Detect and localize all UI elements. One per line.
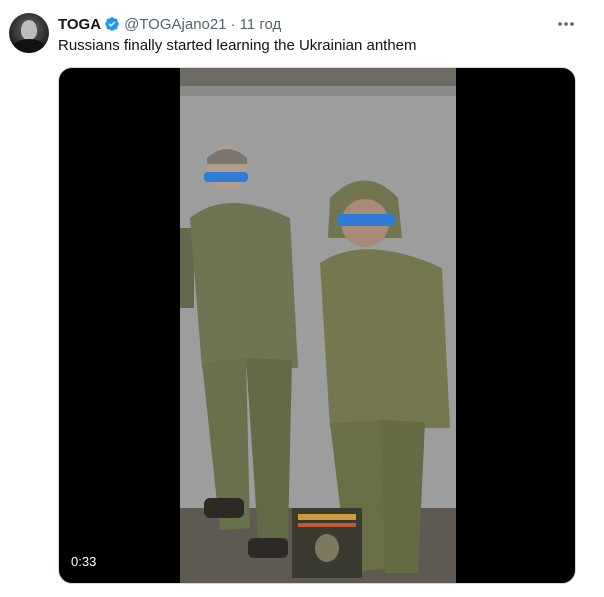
avatar-suit bbox=[13, 39, 45, 53]
avatar-face bbox=[21, 20, 37, 40]
video-duration: 0:33 bbox=[71, 554, 97, 569]
more-dots-icon[interactable] bbox=[556, 14, 576, 34]
tweet-text: Russians finally started learning the Uk… bbox=[58, 37, 417, 54]
author-name[interactable]: TOGA bbox=[58, 16, 101, 33]
tweet[interactable]: TOGA @TOGAjano21 · 11 год Russians final… bbox=[0, 0, 604, 597]
separator-dot: · bbox=[230, 15, 236, 33]
video-player[interactable]: 0:33 bbox=[58, 67, 576, 584]
author-handle[interactable]: @TOGAjano21 bbox=[124, 16, 227, 33]
video-frame[interactable] bbox=[180, 68, 456, 583]
video-still bbox=[180, 68, 456, 583]
tweet-header: TOGA @TOGAjano21 · 11 год bbox=[58, 14, 281, 34]
author-avatar[interactable] bbox=[9, 13, 49, 53]
tweet-timestamp[interactable]: 11 год bbox=[240, 16, 282, 33]
verified-badge-icon bbox=[105, 17, 119, 31]
